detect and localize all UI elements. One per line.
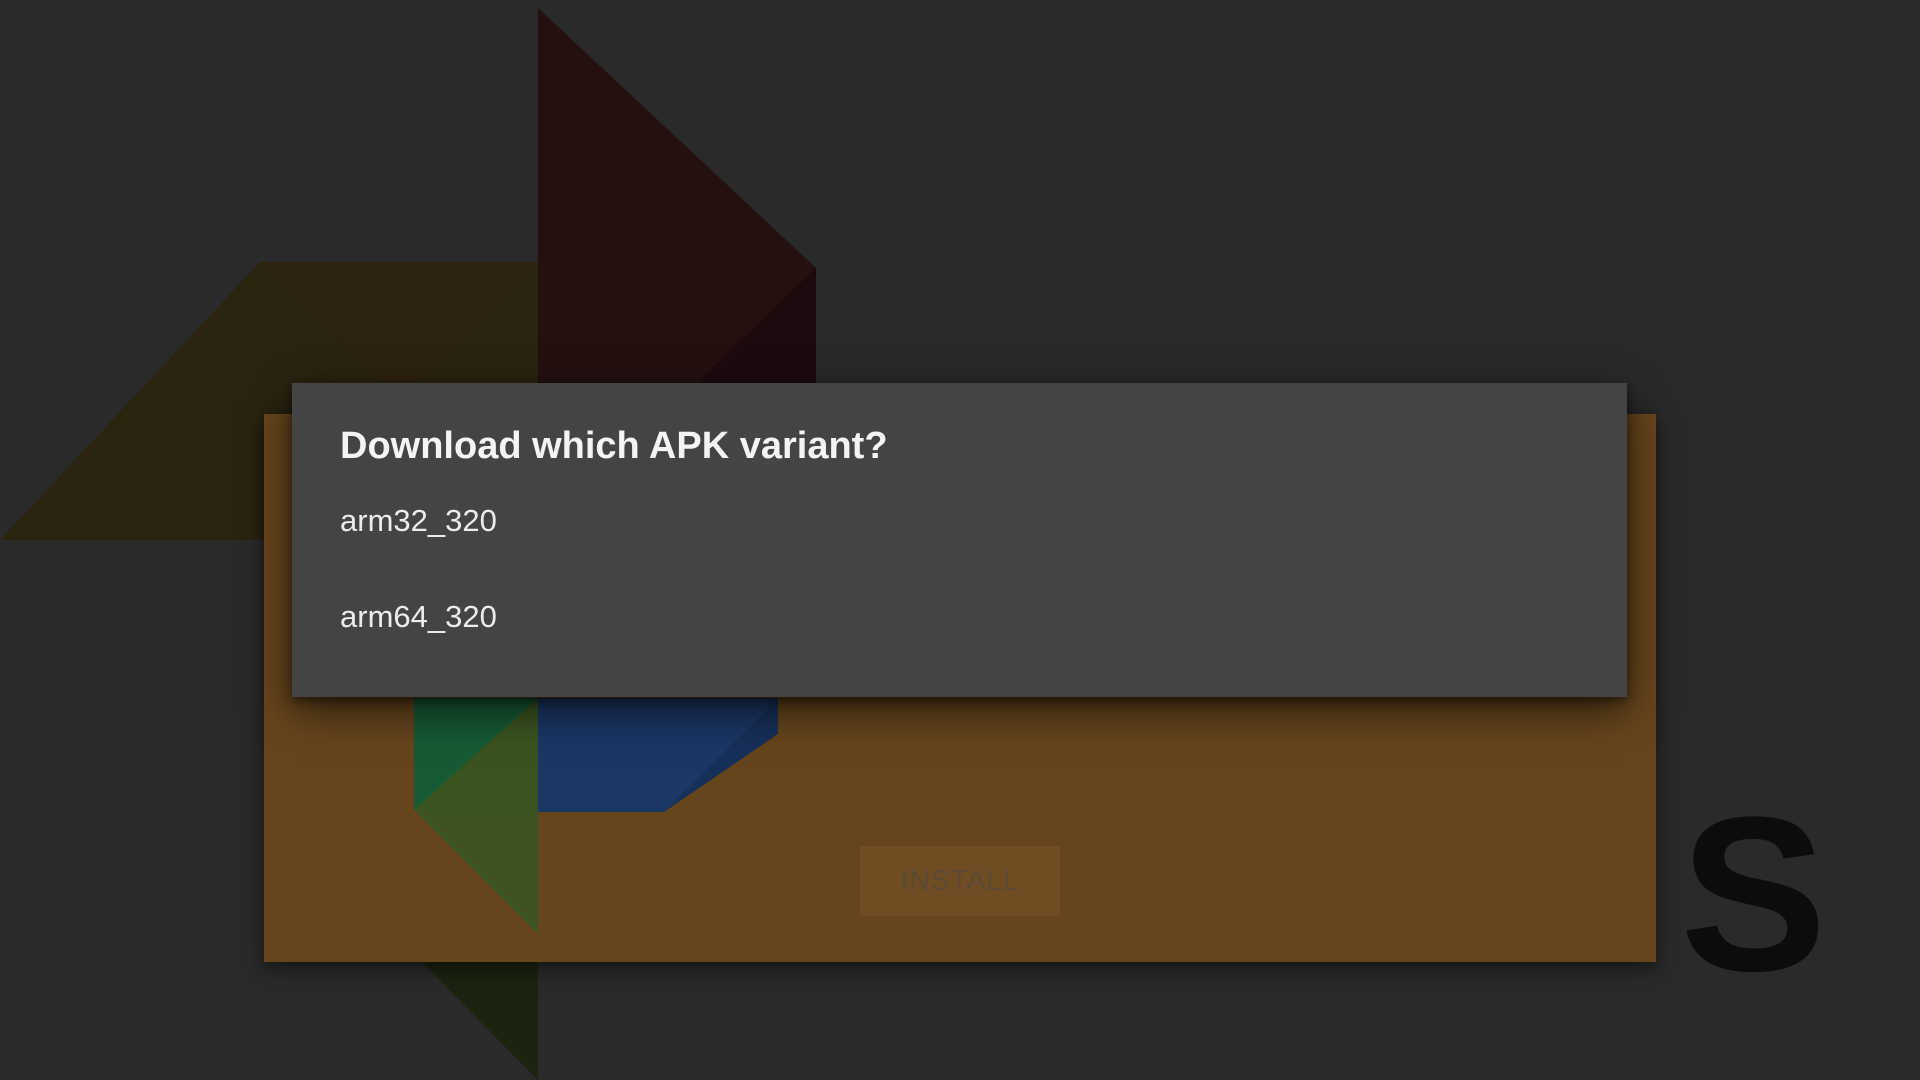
dialog-title: Download which APK variant? bbox=[340, 425, 888, 467]
screen: S INSTALL Download which APK variant? ar… bbox=[0, 0, 1920, 1080]
option-label: arm64_320 bbox=[340, 599, 497, 634]
dialog-option-arm32[interactable]: arm32_320 bbox=[292, 473, 1627, 569]
install-button[interactable]: INSTALL bbox=[860, 846, 1060, 916]
dialog-option-arm64[interactable]: arm64_320 bbox=[292, 569, 1627, 665]
wordmark-letter: S bbox=[1680, 771, 1820, 1000]
option-label: arm32_320 bbox=[340, 503, 497, 538]
variant-dialog: Download which APK variant? arm32_320 ar… bbox=[292, 383, 1627, 697]
